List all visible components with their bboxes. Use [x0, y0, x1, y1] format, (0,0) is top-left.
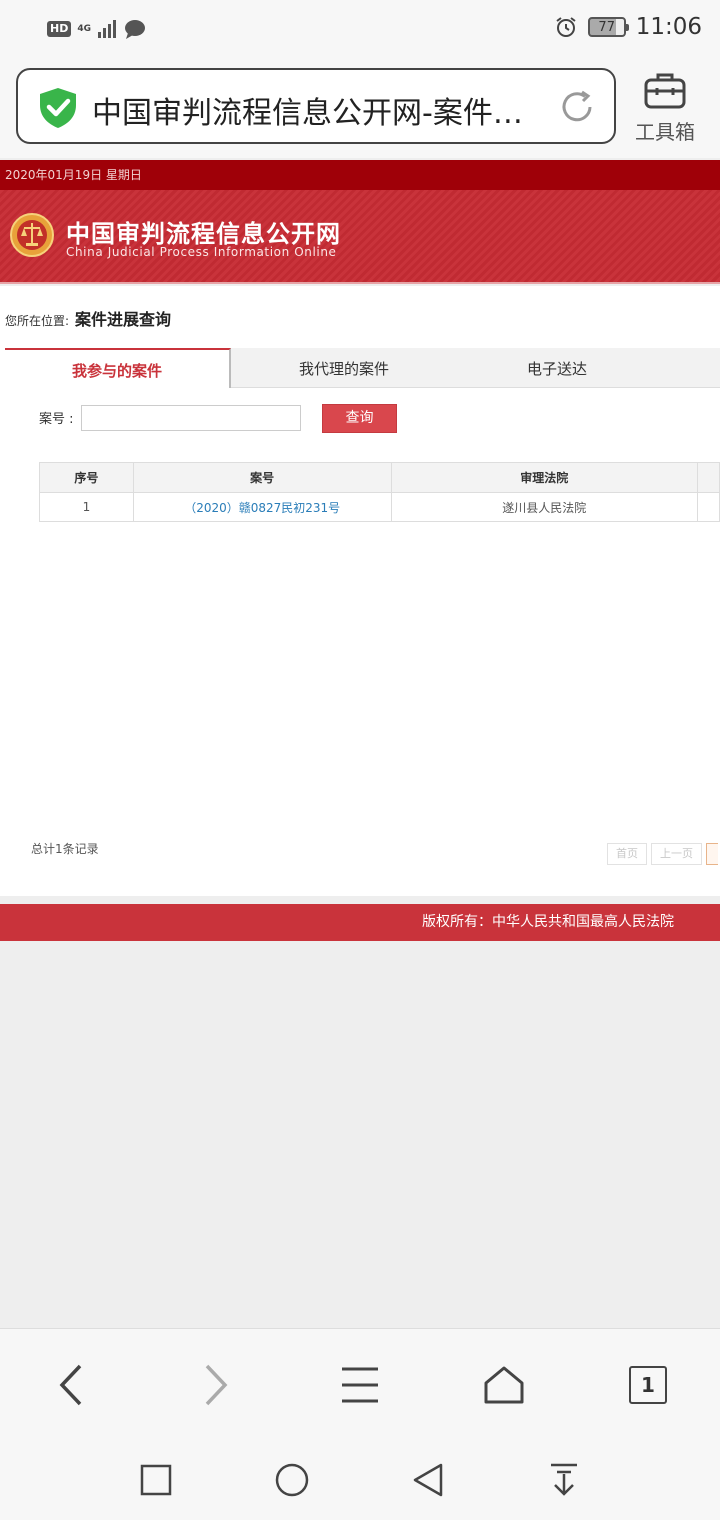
- table-header-row: 序号 案号 审理法院: [39, 462, 720, 493]
- copyright-text: 版权所有：中华人民共和国最高人民法院: [422, 914, 674, 930]
- case-tabs: 我参与的案件 我代理的案件 电子送达: [5, 348, 720, 389]
- alarm-icon: [556, 17, 576, 37]
- tabs-icon: 1: [629, 1366, 667, 1404]
- back-button[interactable]: [43, 1363, 99, 1407]
- tab-e-delivery[interactable]: 电子送达: [457, 348, 657, 388]
- row-extra: [697, 492, 720, 522]
- status-right: 77 11:06: [554, 14, 702, 40]
- column-header-case-no: 案号: [132, 462, 392, 493]
- case-number-label: 案号 :: [39, 412, 74, 427]
- main-content: 您所在位置: 案件进展查询 我参与的案件 我代理的案件 电子送达 案号 : 查询 …: [0, 286, 720, 896]
- battery-level: 77: [598, 19, 615, 35]
- home-icon: [484, 1366, 524, 1404]
- home-button[interactable]: [476, 1363, 532, 1407]
- system-back-button[interactable]: [408, 1460, 448, 1500]
- status-time: 11:06: [635, 14, 702, 40]
- recent-apps-icon: [140, 1464, 172, 1496]
- breadcrumb: 您所在位置: 案件进展查询: [5, 306, 171, 330]
- status-left: HD 4G: [47, 18, 147, 40]
- row-court: 遂川县人民法院: [390, 492, 699, 522]
- network-type: 4G: [77, 24, 91, 34]
- menu-button[interactable]: [332, 1363, 388, 1407]
- toolbox-button[interactable]: 工具箱: [630, 70, 700, 145]
- shield-check-icon: [40, 88, 76, 128]
- pagination: 首页 上一页: [607, 843, 718, 865]
- total-records: 总计1条记录: [31, 842, 99, 856]
- tabs-button[interactable]: 1: [620, 1363, 676, 1407]
- recent-apps-button[interactable]: [136, 1460, 176, 1500]
- site-title: 中国审判流程信息公开网: [66, 220, 341, 248]
- forward-arrow-icon: [205, 1364, 228, 1406]
- site-title-en: China Judicial Process Information Onlin…: [66, 245, 337, 259]
- signal-icon: [98, 20, 116, 38]
- site-footer: 版权所有：中华人民共和国最高人民法院: [0, 904, 720, 941]
- prev-page-button[interactable]: 上一页: [651, 843, 702, 865]
- search-button[interactable]: 查询: [322, 404, 397, 433]
- date-bar: 2020年01月19日 星期日: [0, 160, 720, 190]
- tab-agent-cases[interactable]: 我代理的案件: [231, 348, 457, 388]
- system-nav-bar: [0, 1440, 720, 1520]
- breadcrumb-prefix: 您所在位置:: [5, 314, 70, 328]
- tab-my-cases[interactable]: 我参与的案件: [5, 348, 231, 389]
- date-text: 2020年01月19日 星期日: [5, 168, 142, 182]
- back-arrow-icon: [59, 1364, 82, 1406]
- reload-icon[interactable]: [558, 88, 596, 126]
- toolbox-icon: [644, 73, 686, 109]
- court-emblem-icon: [10, 213, 54, 257]
- toolbox-label: 工具箱: [635, 120, 695, 144]
- home-circle-icon: [275, 1463, 309, 1497]
- page-title-url[interactable]: 中国审判流程信息公开网-案件进展查询: [92, 88, 552, 132]
- table-row: 1 （2020）赣0827民初231号 遂川县人民法院: [39, 492, 720, 522]
- case-table: 序号 案号 审理法院 1 （2020）赣0827民初231号 遂川县人民法院: [39, 462, 720, 522]
- case-number-link[interactable]: （2020）赣0827民初231号: [132, 492, 392, 522]
- notification-pull-button[interactable]: [544, 1460, 584, 1500]
- battery-icon: 77: [587, 17, 629, 37]
- case-number-input[interactable]: [81, 405, 301, 431]
- site-banner: 中国审判流程信息公开网 China Judicial Process Infor…: [0, 190, 720, 284]
- first-page-button[interactable]: 首页: [607, 843, 647, 865]
- forward-button[interactable]: [188, 1363, 244, 1407]
- system-home-button[interactable]: [272, 1460, 312, 1500]
- notification-pull-icon: [551, 1463, 577, 1496]
- column-header-court: 审理法院: [390, 462, 699, 493]
- column-header-extra: [697, 462, 720, 493]
- message-bubble-icon: [125, 20, 145, 39]
- status-bar: HD 4G 77 11:06: [0, 0, 720, 58]
- breadcrumb-current: 案件进展查询: [75, 310, 172, 329]
- tab-panel: 案号 : 查询 序号 案号 审理法院 1 （2020）赣0827民初231号 遂…: [5, 388, 720, 884]
- browser-bottom-nav: 1: [0, 1328, 720, 1440]
- address-bar[interactable]: 中国审判流程信息公开网-案件进展查询: [16, 68, 616, 144]
- hd-badge: HD: [47, 21, 72, 37]
- menu-icon: [342, 1367, 378, 1403]
- back-triangle-icon: [413, 1463, 443, 1497]
- next-page-button[interactable]: [706, 843, 718, 865]
- column-header-index: 序号: [39, 462, 134, 493]
- row-index: 1: [39, 492, 134, 522]
- browser-toolbar: 中国审判流程信息公开网-案件进展查询 工具箱: [0, 58, 720, 158]
